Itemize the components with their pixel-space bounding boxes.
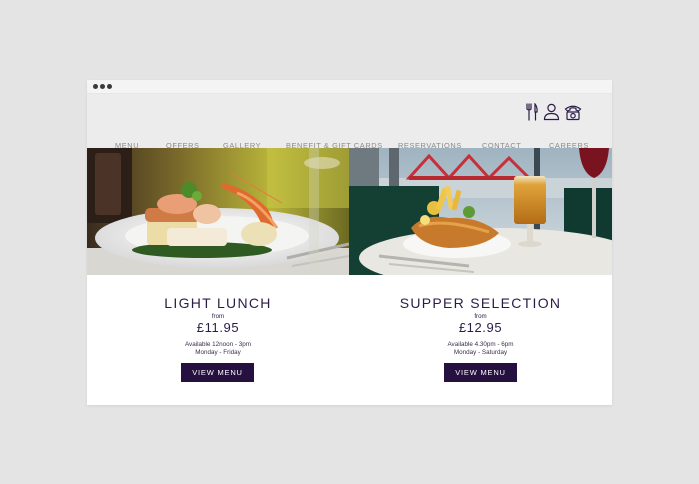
window-dot-icon[interactable] xyxy=(107,84,112,89)
browser-titlebar xyxy=(87,80,612,94)
availability-days: Monday - Friday xyxy=(195,349,241,356)
card-title: SUPPER SELECTION xyxy=(399,295,562,311)
availability-time: Available 12noon - 3pm xyxy=(184,341,252,348)
view-menu-button[interactable]: VIEW MENU xyxy=(444,363,517,382)
phone-icon[interactable] xyxy=(564,103,582,121)
light-lunch-card: LIGHT LUNCH from £11.95 Available 12noon… xyxy=(87,275,349,405)
price-from-label: from xyxy=(474,313,487,320)
window-dot-icon[interactable] xyxy=(100,84,105,89)
cutlery-icon[interactable] xyxy=(525,103,538,121)
card-title: LIGHT LUNCH xyxy=(164,295,272,311)
browser-window: MENU OFFERS GALLERY BENEFIT & GIFT CARDS… xyxy=(87,80,612,405)
price-from-label: from xyxy=(211,313,225,320)
window-dot-icon[interactable] xyxy=(93,84,98,89)
card-price: £12.95 xyxy=(458,320,503,335)
light-lunch-photo xyxy=(87,148,349,275)
availability-time: Available 4.30pm - 6pm xyxy=(447,341,514,348)
supper-selection-card: SUPPER SELECTION from £12.95 Available 4… xyxy=(349,275,612,405)
view-menu-button[interactable]: VIEW MENU xyxy=(181,363,254,382)
supper-selection-photo xyxy=(349,148,612,275)
account-icon[interactable] xyxy=(543,103,560,121)
card-price: £11.95 xyxy=(196,320,240,335)
availability-days: Monday - Saturday xyxy=(453,349,508,356)
site-header: MENU OFFERS GALLERY BENEFIT & GIFT CARDS… xyxy=(87,94,612,150)
